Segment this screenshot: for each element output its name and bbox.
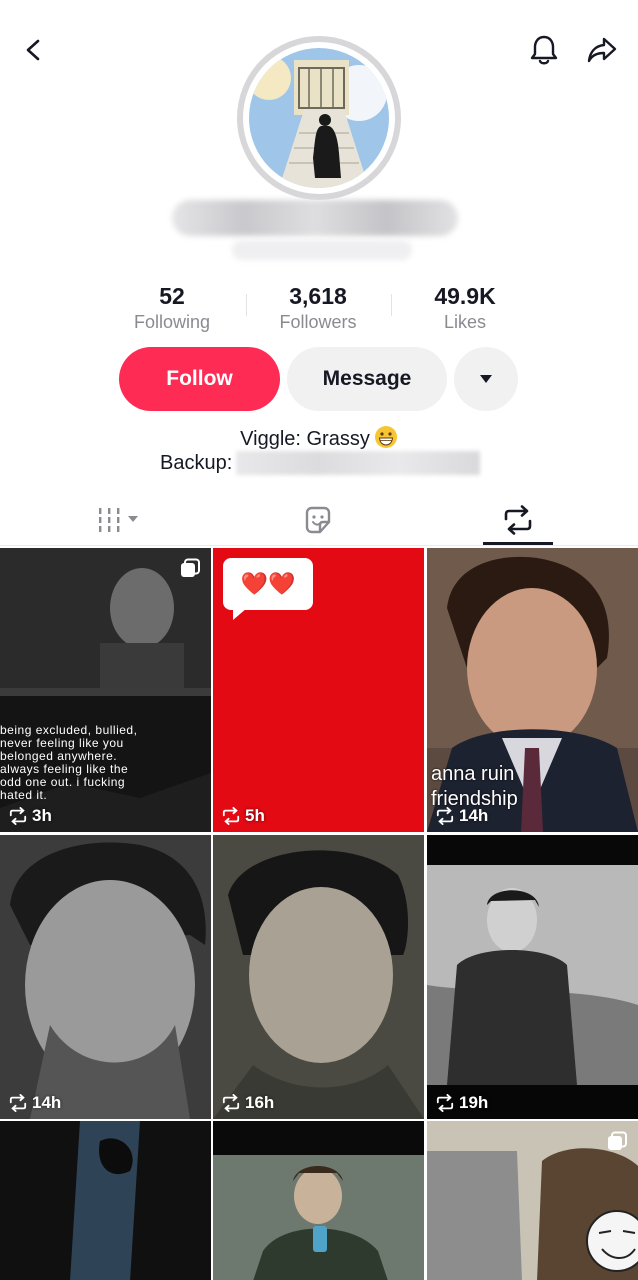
post-tile[interactable]: anna ruin friendship 14h xyxy=(427,548,638,832)
bio-line: Viggle: Grassy xyxy=(240,428,370,450)
grinning-face-emoji-icon xyxy=(374,425,398,449)
repost-icon xyxy=(9,1094,27,1112)
post-overlay-text: being excluded, bullied, never feeling l… xyxy=(0,723,138,802)
post-tile[interactable]: 19h xyxy=(427,835,638,1119)
profile-stats: 52 Following 3,618 Followers 49.9K Likes xyxy=(0,282,638,338)
handle-redacted xyxy=(232,240,412,260)
grid-bars-icon xyxy=(99,508,138,532)
following-count: 52 xyxy=(159,283,185,309)
active-tab-indicator xyxy=(483,542,553,545)
followers-count: 3,618 xyxy=(289,283,347,309)
tab-reposts[interactable] xyxy=(468,494,568,546)
post-time: 14h xyxy=(8,1093,61,1113)
caret-down-icon xyxy=(480,375,492,383)
back-button[interactable] xyxy=(12,28,56,72)
backup-link-redacted[interactable] xyxy=(236,451,481,475)
post-time: 3h xyxy=(8,806,52,826)
share-arrow-icon xyxy=(587,37,617,63)
post-thumbnail xyxy=(427,835,638,1119)
multi-photo-icon xyxy=(179,558,201,585)
likes-label: Likes xyxy=(443,312,487,332)
follow-button[interactable]: Follow xyxy=(119,347,280,411)
post-time: 14h xyxy=(435,806,488,826)
post-tile[interactable]: 14h xyxy=(0,835,211,1119)
post-tile[interactable]: being excluded, bullied, never feeling l… xyxy=(0,548,211,832)
stat-following[interactable]: 52 Following xyxy=(97,282,247,334)
post-tile[interactable] xyxy=(213,1121,424,1280)
repost-icon xyxy=(9,807,27,825)
post-tile[interactable] xyxy=(0,1121,211,1280)
post-thumbnail xyxy=(0,1121,211,1280)
share-button[interactable] xyxy=(580,28,624,72)
post-thumbnail xyxy=(0,835,211,1119)
bell-icon xyxy=(530,35,558,65)
post-time: 5h xyxy=(221,806,265,826)
stat-likes[interactable]: 49.9K Likes xyxy=(390,282,540,334)
stat-followers[interactable]: 3,618 Followers xyxy=(243,282,393,334)
post-time: 16h xyxy=(221,1093,274,1113)
repost-icon xyxy=(222,1094,240,1112)
bio-backup: Backup: xyxy=(160,450,481,476)
post-tile[interactable] xyxy=(427,1121,638,1280)
post-tile[interactable]: ❤️❤️ 5h xyxy=(213,548,424,832)
post-thumbnail xyxy=(213,835,424,1119)
bio: Viggle: Grassy xyxy=(0,425,638,452)
post-thumbnail xyxy=(213,1121,424,1280)
followers-label: Followers xyxy=(279,312,357,332)
post-overlay-text: anna ruin friendship xyxy=(431,763,518,810)
repost-icon xyxy=(436,1094,454,1112)
profile-avatar[interactable] xyxy=(237,36,401,200)
avatar-image xyxy=(249,48,389,188)
post-time: 19h xyxy=(435,1093,488,1113)
backup-label: Backup: xyxy=(160,451,233,474)
repost-icon xyxy=(436,807,454,825)
chevron-left-icon xyxy=(26,39,40,61)
hearts-sticker: ❤️❤️ xyxy=(223,558,313,620)
tab-stickers[interactable] xyxy=(268,494,368,546)
sticker-icon xyxy=(305,506,331,534)
post-tile[interactable]: 16h xyxy=(213,835,424,1119)
repost-icon xyxy=(222,807,240,825)
tab-videos[interactable] xyxy=(70,494,170,546)
repost-icon xyxy=(504,505,532,535)
more-options-button[interactable] xyxy=(454,347,518,411)
likes-count: 49.9K xyxy=(434,283,496,309)
notifications-button[interactable] xyxy=(522,28,566,72)
multi-photo-icon xyxy=(606,1131,628,1158)
username-redacted xyxy=(172,200,458,236)
following-label: Following xyxy=(133,312,211,332)
message-button[interactable]: Message xyxy=(287,347,447,411)
profile-tabs xyxy=(0,494,638,546)
